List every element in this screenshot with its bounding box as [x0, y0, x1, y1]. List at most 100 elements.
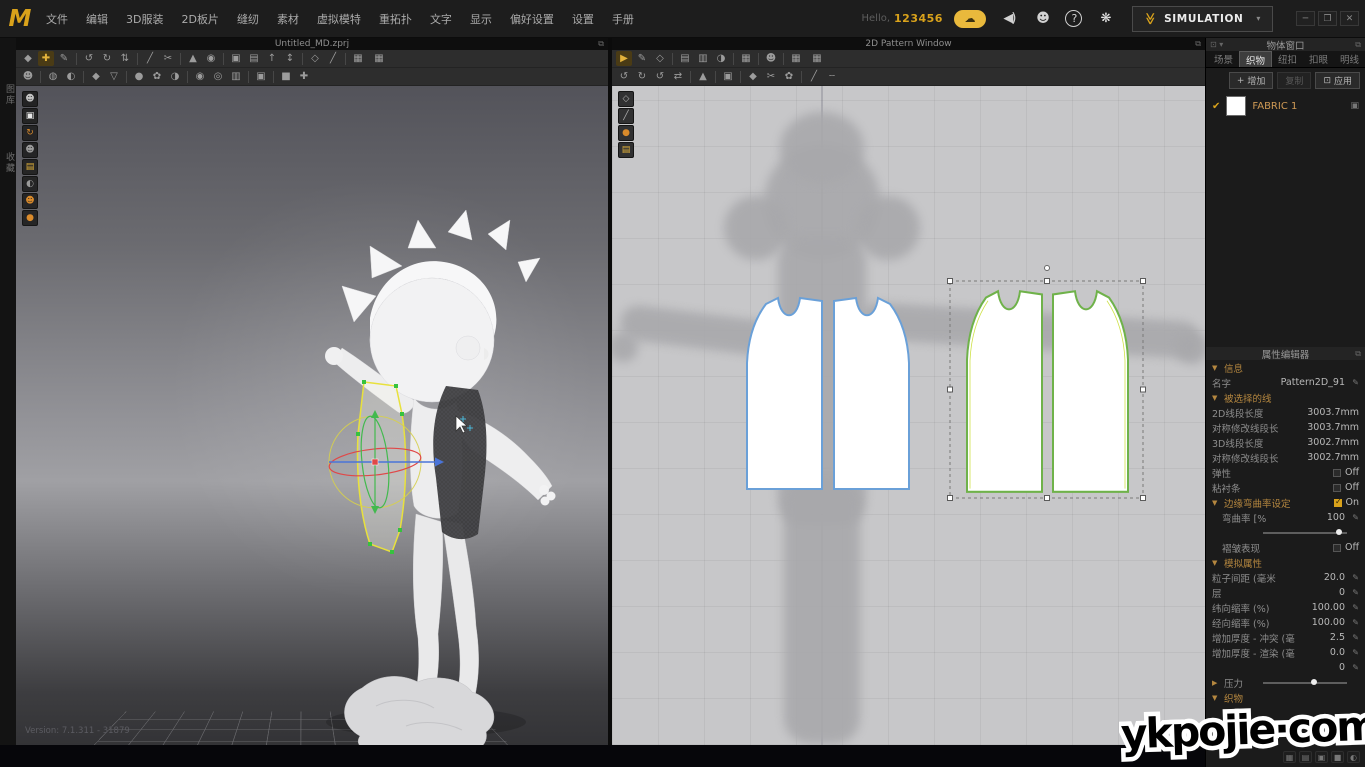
row-pressure-slider[interactable] [1263, 682, 1347, 684]
apply-button[interactable]: ⊡应用 [1315, 72, 1360, 89]
panel-list-icon[interactable]: ▤ [1299, 751, 1312, 763]
simulation-dropdown-icon[interactable]: ▾ [1256, 14, 1261, 23]
user-icon[interactable]: ☻ [1032, 11, 1052, 26]
button-tool-icon[interactable]: ◉ [192, 69, 208, 84]
menu-item-6[interactable]: 素材 [268, 11, 308, 27]
pattern-piece-blue-right[interactable] [834, 298, 909, 489]
stitch-tool-icon[interactable]: ▣ [253, 69, 269, 84]
edit-pencil-icon[interactable]: ✎ [1349, 618, 1359, 627]
edit-pattern-icon[interactable]: ✎ [634, 51, 650, 66]
show-mannequin-icon[interactable]: ☻ [22, 142, 38, 158]
mesh-select-icon[interactable]: ◆ [88, 69, 104, 84]
fabric-options-icon[interactable]: ▣ [1350, 101, 1359, 111]
panel-grid-icon[interactable]: ▦ [1283, 751, 1296, 763]
snap-toggle-icon[interactable]: ◇ [618, 91, 634, 107]
row-2d-symmetric-length-value[interactable]: 3003.7mm [1307, 422, 1359, 433]
collapse-arrow-icon[interactable]: ▼ [1212, 394, 1220, 402]
left-edge-tab-2[interactable]: 收藏 [3, 152, 16, 174]
menu-item-3[interactable]: 3D服装 [117, 11, 172, 27]
fabric-swatch[interactable] [1226, 96, 1246, 116]
texture-view-icon[interactable]: ● [618, 125, 634, 141]
menu-item-9[interactable]: 文字 [421, 11, 461, 27]
row-2d-segment-length-value[interactable]: 3003.7mm [1307, 407, 1359, 418]
add-point-icon[interactable]: ◇ [652, 51, 668, 66]
menu-item-11[interactable]: 偏好设置 [501, 11, 563, 27]
tab-5[interactable]: 明线 [1334, 51, 1365, 67]
property-editor-header[interactable]: 属性编辑器 ⧉ [1206, 347, 1365, 360]
row-particle-distance-value[interactable]: 20.0 [1324, 572, 1345, 583]
move-gizmo-icon[interactable]: ✚ [38, 51, 54, 66]
panel-detail-icon[interactable]: ▣ [1315, 751, 1328, 763]
row-weft-shrinkage-value[interactable]: 100.00 [1312, 602, 1345, 613]
grid-large-icon[interactable]: ▦ [368, 51, 390, 66]
pattern-piece-green-left[interactable] [967, 291, 1042, 492]
row-3d-segment-length-value[interactable]: 3002.7mm [1307, 437, 1359, 448]
reset-arrangement-icon[interactable]: ↺ [81, 51, 97, 66]
property-editor-expand-icon[interactable]: ⧉ [1355, 349, 1361, 359]
reset-2d-arrangement-icon[interactable]: ↺ [616, 69, 632, 84]
zipper-tool-icon[interactable]: ▥ [228, 69, 244, 84]
2d-window-title-bar[interactable]: 2D Pattern Window ⧉ [612, 38, 1205, 50]
flip-2d-icon[interactable]: ⇄ [670, 69, 686, 84]
expand-3d-icon[interactable]: ⧉ [598, 39, 604, 49]
sewing-tool-icon[interactable]: ╱ [142, 51, 158, 66]
row-curvature-value[interactable]: 100 [1327, 512, 1345, 523]
2d-scene[interactable]: ◇╱●▤ [612, 86, 1205, 745]
menu-item-10[interactable]: 显示 [461, 11, 501, 27]
pose-library-icon[interactable]: ◍ [45, 69, 61, 84]
measure-line-icon[interactable]: ╱ [325, 51, 341, 66]
pen-edit-icon[interactable]: ✎ [56, 51, 72, 66]
circle-pattern-icon[interactable]: ◑ [713, 51, 729, 66]
baseline-tool-icon[interactable]: ┄ [824, 69, 840, 84]
avatar-raise-icon[interactable]: ↑ [264, 51, 280, 66]
speaker-icon[interactable]: ◀) [999, 11, 1019, 26]
menu-item-13[interactable]: 手册 [603, 11, 643, 27]
user-id-label[interactable]: 123456 [894, 12, 943, 25]
row-3d-symmetric-length-value[interactable]: 3002.7mm [1307, 452, 1359, 463]
add-button[interactable]: +增加 [1229, 72, 1274, 89]
menu-item-7[interactable]: 虚拟模特 [308, 11, 370, 27]
fabric-ball-icon[interactable]: ● [131, 69, 147, 84]
walk-avatar-icon[interactable]: ☻ [20, 69, 36, 84]
menu-item-12[interactable]: 设置 [563, 11, 603, 27]
edit-pencil-icon[interactable]: ✎ [1349, 663, 1359, 672]
panel-half-icon[interactable]: ◐ [1347, 751, 1360, 763]
simulation-button[interactable]: ≫ SIMULATION ▾ [1132, 6, 1273, 32]
curvature-slider-slider[interactable] [1263, 532, 1347, 534]
garment-pair-icon[interactable]: ▤ [246, 51, 262, 66]
fabric-list-item[interactable]: ✔ FABRIC 1 ▣ [1206, 93, 1365, 119]
tab-4[interactable]: 扣眼 [1303, 51, 1334, 67]
show-garment-icon[interactable]: ▣ [22, 108, 38, 124]
object-window-mini-icons[interactable]: ⊡ ▾ [1210, 40, 1223, 49]
flatten-icon[interactable]: ▽ [106, 69, 122, 84]
render-style-icon[interactable]: ▤ [22, 159, 38, 175]
collapse-arrow-icon[interactable]: ▼ [1212, 499, 1220, 507]
help-icon[interactable]: ? [1065, 10, 1082, 27]
pattern-piece-green-right[interactable] [1053, 291, 1128, 492]
fabric-drape-icon[interactable]: ✿ [149, 69, 165, 84]
texture-2d-icon[interactable]: ✿ [781, 69, 797, 84]
app-logo[interactable]: M [5, 4, 35, 34]
collapse-arrow-icon[interactable]: ▼ [1212, 364, 1220, 372]
panel-swatch-icon[interactable]: ■ [1331, 751, 1344, 763]
select-gizmo-icon[interactable]: ◆ [20, 51, 36, 66]
arrange-2d-icon[interactable]: ↻ [634, 69, 650, 84]
row-layer-value[interactable]: 0 [1339, 587, 1345, 598]
3d-window-title-bar[interactable]: Untitled_MD.zprj ⧉ [16, 38, 608, 50]
solidify-icon[interactable]: ◉ [203, 51, 219, 66]
hanger-icon[interactable]: ◐ [63, 69, 79, 84]
collapse-arrow-icon[interactable]: ▼ [1212, 559, 1220, 567]
grid-2d-large-icon[interactable]: ▦ [806, 51, 828, 66]
section-selected-lines[interactable]: ▼被选择的线 [1206, 390, 1365, 405]
sew-2d-icon[interactable]: ▣ [720, 69, 736, 84]
ruler-toggle-icon[interactable]: ╱ [618, 108, 634, 124]
menu-item-1[interactable]: 文件 [37, 11, 77, 27]
menu-item-5[interactable]: 缝纫 [228, 11, 268, 27]
curvature-slider-slider-knob[interactable] [1336, 529, 1342, 535]
show-avatar-2d-icon[interactable]: ☻ [763, 51, 779, 66]
collapse-arrow-icon[interactable]: ▼ [1212, 694, 1220, 702]
section-edge-curvature-checkbox[interactable] [1334, 499, 1342, 507]
edit-pencil-icon[interactable]: ✎ [1349, 588, 1359, 597]
tab-3[interactable]: 纽扣 [1272, 51, 1303, 67]
edit-pencil-icon[interactable]: ✎ [1349, 633, 1359, 642]
